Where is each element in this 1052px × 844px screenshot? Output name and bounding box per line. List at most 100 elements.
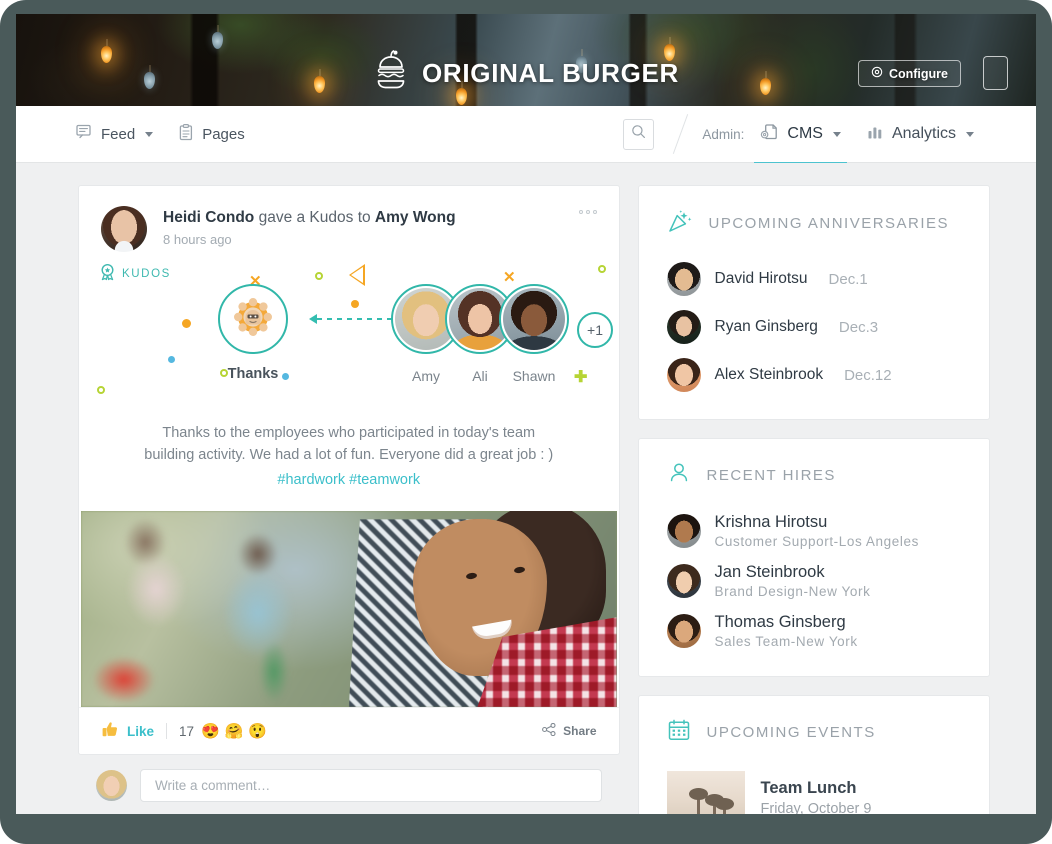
share-icon <box>542 723 556 739</box>
comment-input[interactable] <box>140 769 602 803</box>
sidebar-column: UPCOMING ANNIVERSARIES David Hirotsu Dec… <box>637 185 990 814</box>
confetti-dot <box>351 300 359 308</box>
comment-composer <box>78 755 620 814</box>
list-item[interactable]: Alex Steinbrook Dec.12 <box>639 351 989 399</box>
configure-label: Configure <box>888 66 948 81</box>
kudos-award-node: Thanks <box>183 284 323 382</box>
post-hashtags[interactable]: #hardwork #teamwork <box>137 469 561 491</box>
person-name: Jan Steinbrook <box>714 563 825 581</box>
recipient-name: Shawn <box>512 368 556 384</box>
kudos-badge-label: KUDOS <box>122 267 171 280</box>
kudos-graphic: KUDOS ✕ ✕ ✚ Thanks Amy Ali Shawn +1 <box>79 256 619 416</box>
nav-divider <box>666 113 696 155</box>
chevron-down-icon <box>966 131 974 137</box>
post-photo[interactable] <box>81 511 617 708</box>
more-options-icon[interactable] <box>578 210 597 214</box>
person-name: Alex Steinbrook <box>714 366 824 383</box>
share-button[interactable]: Share <box>542 723 597 739</box>
confetti-cross: ✚ <box>574 369 588 386</box>
chevron-down-icon <box>832 131 841 137</box>
divider <box>166 723 168 740</box>
reaction-list[interactable]: 😍 🤗 😲 <box>201 724 267 739</box>
post-actions: Like 17 😍 🤗 😲 Share <box>79 707 619 754</box>
nav-item-feed[interactable]: Feed <box>76 124 154 144</box>
chat-bubble-icon <box>76 124 93 144</box>
feed-column: Heidi Condo gave a Kudos to Amy Wong 8 h… <box>78 185 620 814</box>
device-frame: ORIGINAL BURGER Configure Feed Pages Adm… <box>0 0 1052 844</box>
post-body: Thanks to the employees who participated… <box>79 416 619 511</box>
avatar <box>503 288 565 350</box>
device-preview-icon[interactable] <box>983 56 1008 90</box>
confetti-cross: ✕ <box>503 269 516 286</box>
avatar[interactable] <box>96 770 127 802</box>
person-role: Customer Support-Los Angeles <box>714 534 919 549</box>
anniversaries-header: UPCOMING ANNIVERSARIES <box>639 208 989 239</box>
event-thumbnail <box>666 771 745 814</box>
party-popper-icon <box>667 208 693 239</box>
cover-banner: ORIGINAL BURGER Configure <box>16 14 1036 106</box>
like-button[interactable]: Like <box>101 721 154 741</box>
post-action-text: gave a Kudos to <box>254 209 375 226</box>
confetti-ring <box>598 265 606 273</box>
nav-item-pages[interactable]: Pages <box>179 123 245 145</box>
configure-button[interactable]: Configure <box>857 60 961 87</box>
post-author[interactable]: Heidi Condo <box>163 209 254 226</box>
anniversary-date: Dec.1 <box>828 270 868 288</box>
list-item[interactable]: Jan Steinbrook Brand Design-New York <box>639 556 989 606</box>
list-item[interactable]: Ryan Ginsberg Dec.3 <box>639 303 989 351</box>
reaction-emoji[interactable]: 😍 <box>201 724 220 739</box>
nav-label-pages: Pages <box>202 125 245 143</box>
recent-hires-header: RECENT HIRES <box>639 461 989 490</box>
brand-name: ORIGINAL BURGER <box>421 58 680 88</box>
search-icon <box>631 124 646 144</box>
recipient-item[interactable]: Amy <box>391 284 461 384</box>
upcoming-events-header: UPCOMING EVENTS <box>639 718 989 747</box>
nav-item-analytics[interactable]: Analytics <box>867 124 974 145</box>
cms-gear-doc-icon <box>760 122 779 146</box>
thumbs-up-icon <box>101 721 119 741</box>
upcoming-events-title: UPCOMING EVENTS <box>706 724 876 741</box>
recipient-item[interactable]: Ali <box>445 284 515 384</box>
chevron-down-icon <box>145 131 154 137</box>
gear-icon <box>871 66 883 81</box>
list-item[interactable]: Team Lunch Friday, October 9 <box>639 763 989 814</box>
avatar <box>666 358 701 392</box>
confetti-ring <box>97 386 105 394</box>
nav-item-cms[interactable]: CMS <box>754 122 847 165</box>
kudos-badge: KUDOS <box>99 263 171 284</box>
search-button[interactable] <box>623 118 655 150</box>
confetti-triangle-inner <box>351 267 363 283</box>
recipient-item[interactable]: Shawn <box>499 284 569 384</box>
avatar <box>666 514 701 548</box>
avatar <box>666 614 701 648</box>
admin-label: Admin: <box>702 126 745 142</box>
bar-chart-icon <box>867 124 884 145</box>
post-timestamp: 8 hours ago <box>163 232 232 247</box>
kudos-connector-line <box>309 314 405 324</box>
reaction-emoji[interactable]: 😲 <box>248 724 267 739</box>
list-item[interactable]: Krishna Hirotsu Customer Support-Los Ang… <box>639 506 989 556</box>
like-label: Like <box>127 723 155 739</box>
post-body-text: Thanks to the employees who participated… <box>144 425 554 464</box>
reaction-emoji[interactable]: 🤗 <box>225 724 244 739</box>
list-item[interactable]: David Hirotsu Dec.1 <box>639 255 989 303</box>
award-circle[interactable] <box>218 284 288 354</box>
person-name: Ryan Ginsberg <box>714 318 818 335</box>
recipients-overflow-badge[interactable]: +1 <box>577 312 613 348</box>
like-count: 17 <box>179 723 195 739</box>
nav-label-analytics: Analytics <box>891 125 956 142</box>
kudos-recipients: Amy Ali Shawn +1 <box>391 284 613 384</box>
recent-hires-title: RECENT HIRES <box>706 467 836 484</box>
person-name: David Hirotsu <box>714 270 808 287</box>
post-title: Heidi Condo gave a Kudos to Amy Wong <box>163 209 456 227</box>
share-label: Share <box>563 724 597 739</box>
sun-thanks-icon <box>233 297 273 342</box>
post-recipient[interactable]: Amy Wong <box>375 209 456 226</box>
anniversary-date: Dec.12 <box>844 366 892 384</box>
award-label: Thanks <box>227 366 279 382</box>
confetti-dot <box>168 356 175 363</box>
person-role: Brand Design-New York <box>714 584 871 599</box>
confetti-ring <box>315 272 323 280</box>
avatar[interactable] <box>101 206 147 252</box>
list-item[interactable]: Thomas Ginsberg Sales Team-New York <box>639 606 989 656</box>
